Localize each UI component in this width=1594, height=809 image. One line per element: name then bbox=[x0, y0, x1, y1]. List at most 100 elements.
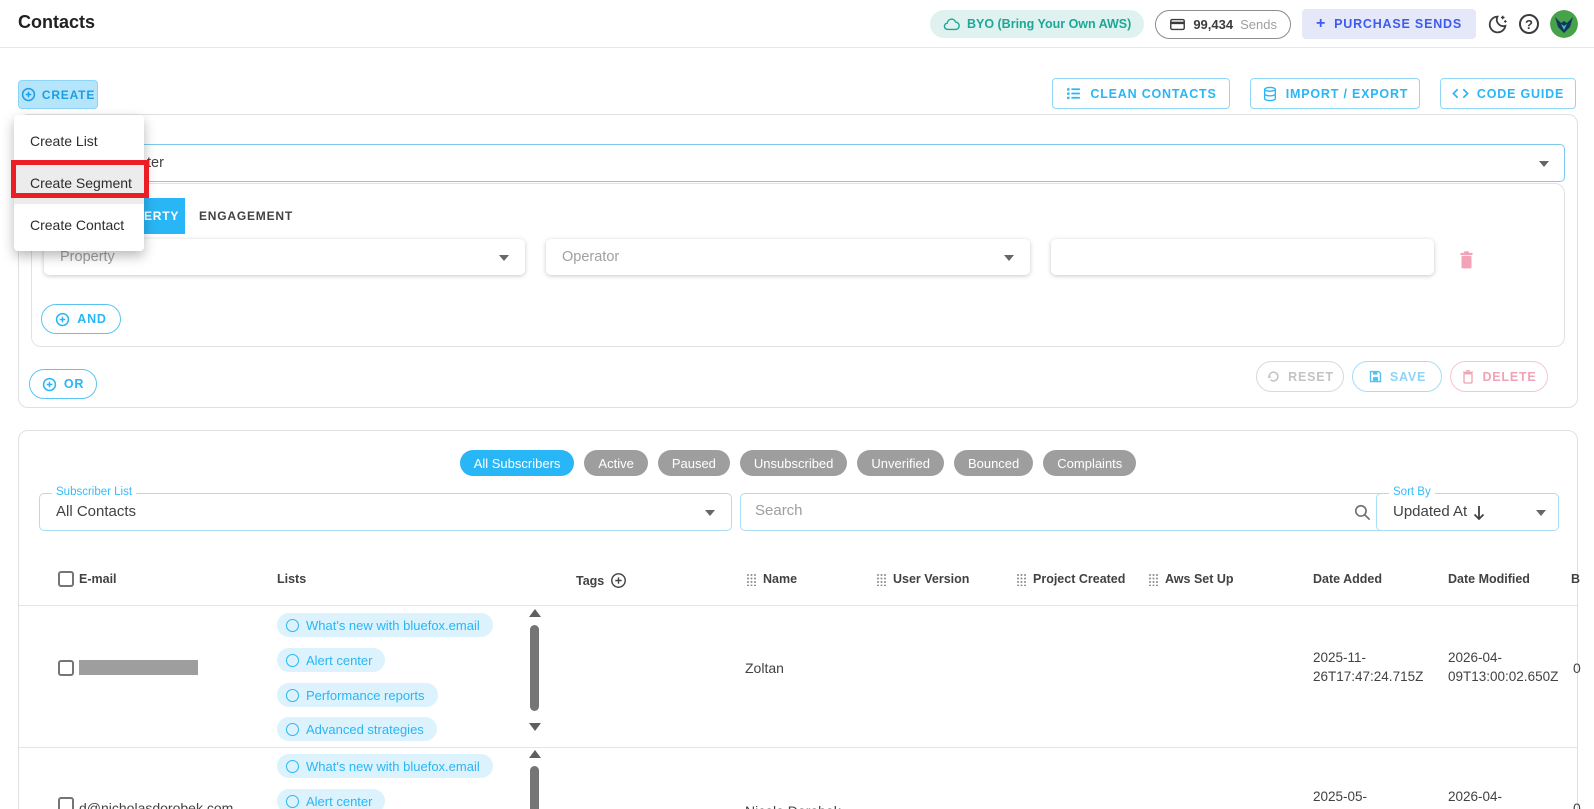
scroll-up-icon[interactable] bbox=[529, 609, 541, 617]
bounces-cell: 0 bbox=[1573, 660, 1581, 676]
menu-item-create-segment[interactable]: Create Segment bbox=[14, 162, 144, 204]
header-divider bbox=[19, 605, 1577, 606]
drag-handle-icon[interactable] bbox=[876, 573, 887, 586]
tags-header-label: Tags bbox=[576, 573, 605, 588]
delete-button[interactable]: DELETE bbox=[1450, 361, 1548, 392]
scroll-down-icon[interactable] bbox=[529, 723, 541, 731]
project-created-header-label: Project Created bbox=[1033, 572, 1126, 586]
code-guide-button[interactable]: CODE GUIDE bbox=[1440, 78, 1576, 109]
delete-button-label: DELETE bbox=[1482, 369, 1537, 384]
import-export-button[interactable]: IMPORT / EXPORT bbox=[1250, 78, 1420, 109]
list-chip[interactable]: What's new with bluefox.email bbox=[277, 754, 493, 778]
drag-handle-icon[interactable] bbox=[1016, 573, 1027, 586]
chip-bounced[interactable]: Bounced bbox=[953, 450, 1034, 476]
list-chip-label: Advanced strategies bbox=[306, 721, 424, 737]
create-dropdown-menu: Create List Create Segment Create Contac… bbox=[14, 115, 144, 251]
circle-icon bbox=[286, 794, 299, 808]
date-added-cell: 2025-11- 26T17:47:24.715Z bbox=[1313, 648, 1423, 686]
segment-card-footer: OR RESET SAVE DELETE bbox=[18, 114, 1578, 408]
dark-mode-toggle[interactable] bbox=[1487, 14, 1508, 35]
plus-circle-icon bbox=[21, 87, 36, 102]
chip-complaints[interactable]: Complaints bbox=[1043, 450, 1137, 476]
chevron-down-icon bbox=[1536, 510, 1546, 516]
user-avatar[interactable] bbox=[1550, 10, 1578, 38]
list-chip[interactable]: What's new with bluefox.email bbox=[277, 613, 493, 637]
list-icon bbox=[1067, 88, 1081, 100]
list-chip-label: Performance reports bbox=[306, 687, 425, 703]
select-all-checkbox[interactable] bbox=[58, 571, 74, 587]
name-header-label: Name bbox=[763, 572, 798, 586]
plus-circle-icon bbox=[42, 377, 56, 391]
code-icon bbox=[1452, 88, 1469, 99]
reset-button-label: RESET bbox=[1288, 369, 1334, 384]
list-chip-label: Alert center bbox=[306, 793, 373, 809]
list-chip[interactable]: Alert center bbox=[277, 789, 386, 809]
list-chip-label: Alert center bbox=[306, 652, 373, 668]
trash-outline-icon bbox=[1463, 369, 1474, 384]
add-or-condition-button[interactable]: OR bbox=[29, 369, 97, 399]
circle-icon bbox=[286, 722, 299, 736]
column-header-lists[interactable]: Lists bbox=[277, 572, 306, 586]
chevron-down-icon bbox=[705, 510, 715, 516]
search-box bbox=[740, 493, 1386, 531]
save-button[interactable]: SAVE bbox=[1352, 361, 1442, 392]
column-header-tags[interactable]: Tags bbox=[576, 572, 627, 589]
card-icon bbox=[1170, 18, 1186, 30]
chip-all-subscribers[interactable]: All Subscribers bbox=[459, 450, 575, 476]
sort-descending-icon[interactable] bbox=[1472, 505, 1486, 521]
chip-unverified[interactable]: Unverified bbox=[857, 450, 944, 476]
sort-by-label: Sort By bbox=[1389, 486, 1435, 498]
column-header-email[interactable]: E-mail bbox=[79, 572, 117, 586]
lists-scrollbar[interactable] bbox=[528, 748, 542, 809]
scroll-up-icon[interactable] bbox=[529, 750, 541, 758]
scrollbar-thumb[interactable] bbox=[530, 766, 539, 809]
help-button[interactable]: ? bbox=[1519, 14, 1539, 34]
drag-handle-icon[interactable] bbox=[1148, 573, 1159, 586]
redacted-email bbox=[79, 660, 198, 675]
create-button[interactable]: CREATE bbox=[18, 80, 98, 109]
column-header-user-version[interactable]: User Version bbox=[876, 572, 969, 586]
column-header-bounces[interactable]: B bbox=[1571, 572, 1580, 586]
purchase-sends-button[interactable]: + PURCHASE SENDS bbox=[1301, 9, 1476, 39]
row-checkbox[interactable] bbox=[58, 797, 74, 809]
column-header-date-modified[interactable]: Date Modified bbox=[1448, 572, 1530, 586]
chip-paused[interactable]: Paused bbox=[657, 450, 730, 476]
scrollbar-thumb[interactable] bbox=[530, 625, 539, 711]
add-tag-icon[interactable] bbox=[610, 572, 627, 589]
list-chip[interactable]: Advanced strategies bbox=[277, 717, 437, 741]
drag-handle-icon[interactable] bbox=[746, 573, 757, 586]
page-title: Contacts bbox=[18, 12, 96, 32]
sort-by-select[interactable]: Sort By Updated At bbox=[1376, 486, 1559, 531]
chip-active[interactable]: Active bbox=[584, 450, 648, 476]
subscriber-list-value: All Contacts bbox=[56, 503, 137, 520]
subscriber-list-select[interactable]: Subscriber List All Contacts bbox=[39, 486, 732, 531]
database-icon bbox=[1263, 86, 1276, 101]
circle-icon bbox=[286, 759, 299, 773]
search-input[interactable] bbox=[755, 502, 1335, 519]
import-export-label: IMPORT / EXPORT bbox=[1285, 86, 1409, 101]
cloud-icon bbox=[943, 17, 960, 30]
column-header-aws-set-up[interactable]: Aws Set Up bbox=[1148, 572, 1234, 586]
lists-scrollbar[interactable] bbox=[528, 607, 542, 741]
topbar-divider bbox=[0, 47, 1594, 48]
column-header-date-added[interactable]: Date Added bbox=[1313, 572, 1382, 586]
reset-button[interactable]: RESET bbox=[1256, 361, 1344, 392]
column-header-project-created[interactable]: Project Created bbox=[1016, 572, 1125, 586]
refresh-icon bbox=[1268, 371, 1279, 382]
bounces-cell: 0 bbox=[1573, 800, 1581, 809]
sort-by-value: Updated At bbox=[1393, 503, 1468, 520]
search-icon[interactable] bbox=[1353, 503, 1372, 522]
row-checkbox[interactable] bbox=[58, 660, 74, 676]
menu-item-create-list[interactable]: Create List bbox=[14, 120, 144, 162]
list-chip[interactable]: Performance reports bbox=[277, 683, 438, 707]
date-added-line2: 26T17:47:24.715Z bbox=[1313, 669, 1424, 684]
list-chip[interactable]: Alert center bbox=[277, 648, 386, 672]
chip-unsubscribed[interactable]: Unsubscribed bbox=[739, 450, 848, 476]
list-chip-label: What's new with bluefox.email bbox=[306, 617, 480, 633]
clean-contacts-button[interactable]: CLEAN CONTACTS bbox=[1052, 78, 1230, 109]
menu-item-create-contact[interactable]: Create Contact bbox=[14, 204, 144, 246]
save-icon bbox=[1369, 370, 1382, 383]
column-header-name[interactable]: Name bbox=[746, 572, 797, 586]
byo-aws-badge[interactable]: BYO (Bring Your Own AWS) bbox=[929, 10, 1145, 38]
sends-counter[interactable]: 99,434 Sends bbox=[1155, 9, 1291, 39]
